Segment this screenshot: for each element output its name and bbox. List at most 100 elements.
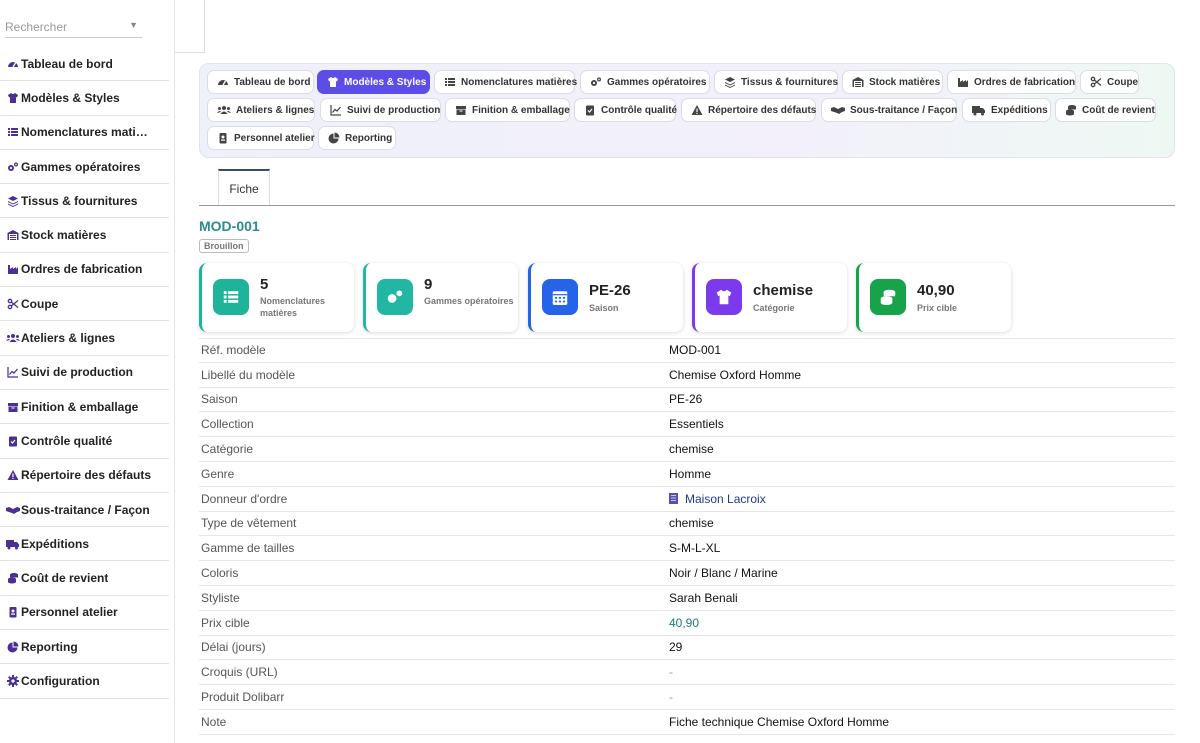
module-tab-sous-traitance-facon[interactable]: Sous-traitance / Façon bbox=[821, 98, 957, 122]
field-row: Libellé du modèle Chemise Oxford Homme bbox=[199, 363, 1175, 388]
sidebar-item-label: Finition & emballage bbox=[21, 399, 139, 414]
sidebar-item-label: Ordres de fabrication bbox=[21, 262, 143, 277]
card-value: 9 bbox=[424, 276, 433, 293]
module-tab-coupe[interactable]: Coupe bbox=[1080, 70, 1139, 94]
field-row: Prix cible 40,90 bbox=[199, 611, 1175, 636]
box-icon bbox=[5, 401, 20, 413]
module-tab-stock-matieres[interactable]: Stock matières bbox=[842, 70, 943, 94]
sidebar-item-repertoire-des-defauts[interactable]: Répertoire des défauts bbox=[0, 459, 169, 493]
field-row: Genre Homme bbox=[199, 462, 1175, 487]
module-tab-ateliers-lignes[interactable]: Ateliers & lignes bbox=[207, 98, 315, 122]
field-value-text: PE-26 bbox=[669, 392, 703, 407]
sidebar-item-ordres-de-fabrication[interactable]: Ordres de fabrication bbox=[0, 253, 169, 288]
module-tab-reporting[interactable]: Reporting bbox=[318, 126, 396, 150]
module-tab-suivi-de-production[interactable]: Suivi de production bbox=[320, 98, 441, 122]
sidebar-item-expeditions[interactable]: Expéditions bbox=[0, 527, 169, 562]
field-row: Note Fiche technique Chemise Oxford Homme bbox=[199, 710, 1175, 735]
module-tab-tissus-fournitures[interactable]: Tissus & fournitures bbox=[714, 70, 838, 94]
field-label: Croquis (URL) bbox=[201, 665, 278, 680]
clipboard-check-icon bbox=[584, 104, 596, 116]
module-tab-modeles-styles[interactable]: Modèles & Styles bbox=[317, 70, 430, 94]
layers-icon bbox=[5, 195, 20, 207]
field-label: Donneur d'ordre bbox=[201, 491, 288, 506]
field-label: Délai (jours) bbox=[201, 640, 266, 655]
field-value[interactable]: Maison Lacroix bbox=[669, 492, 766, 506]
sidebar-item-controle-qualite[interactable]: Contrôle qualité bbox=[0, 424, 169, 459]
summary-card[interactable]: PE-26 Saison bbox=[528, 263, 683, 332]
field-value: chemise bbox=[669, 442, 714, 456]
industry-icon bbox=[5, 263, 20, 275]
sidebar-item-label: Coupe bbox=[21, 296, 59, 311]
module-tab-nomenclatures-matieres[interactable]: Nomenclatures matières bbox=[434, 70, 577, 94]
field-value-text: Sarah Benali bbox=[669, 590, 738, 605]
field-value-text: chemise bbox=[669, 442, 714, 457]
sidebar-item-modeles-styles[interactable]: Modèles & Styles bbox=[0, 81, 169, 116]
field-row: Donneur d'ordre Maison Lacroix bbox=[199, 487, 1175, 512]
field-value: MOD-001 bbox=[669, 343, 721, 357]
module-tab-expeditions[interactable]: Expéditions bbox=[962, 98, 1051, 122]
sidebar-item-label: Nomenclatures mati… bbox=[21, 125, 148, 140]
field-value-text: Homme bbox=[669, 466, 712, 481]
module-tab-tableau-de-bord[interactable]: Tableau de bord bbox=[207, 70, 314, 94]
sidebar-item-tissus-fournitures[interactable]: Tissus & fournitures bbox=[0, 184, 169, 219]
pie-chart-icon bbox=[328, 132, 340, 144]
sidebar-item-ateliers-lignes[interactable]: Ateliers & lignes bbox=[0, 321, 169, 356]
summary-card[interactable]: 5 Nomenclatures matières bbox=[199, 263, 354, 332]
summary-card[interactable]: 9 Gammes opératoires bbox=[363, 263, 518, 332]
industry-icon bbox=[957, 76, 969, 88]
module-tabs-panel: Tableau de bord Modèles & Styles Nomenclat… bbox=[199, 63, 1175, 158]
truck-icon bbox=[5, 538, 20, 550]
module-tab-finition-emballage[interactable]: Finition & emballage bbox=[445, 98, 570, 122]
sidebar-item-personnel-atelier[interactable]: Personnel atelier bbox=[0, 596, 169, 631]
calendar-icon bbox=[542, 279, 578, 315]
module-tab-label: Personnel atelier bbox=[234, 132, 315, 144]
sidebar-item-suivi-de-production[interactable]: Suivi de production bbox=[0, 356, 169, 390]
sidebar-item-configuration[interactable]: Configuration bbox=[0, 664, 169, 699]
module-tab-gammes-operatoires[interactable]: Gammes opératoires bbox=[580, 70, 710, 94]
field-label: Libellé du modèle bbox=[201, 367, 296, 382]
sidebar-item-nomenclatures-mati[interactable]: Nomenclatures mati… bbox=[0, 116, 169, 150]
field-value-text: S-M-L-XL bbox=[669, 541, 721, 556]
field-row: Réf. modèle MOD-001 bbox=[199, 338, 1175, 363]
search-select[interactable]: Rechercher ▼ bbox=[5, 16, 142, 38]
module-tab-label: Contrôle qualité bbox=[601, 104, 678, 116]
module-tab-personnel-atelier[interactable]: Personnel atelier bbox=[207, 126, 315, 150]
field-label: Prix cible bbox=[201, 615, 250, 630]
sidebar-item-cout-de-revient[interactable]: Coût de revient bbox=[0, 561, 169, 596]
module-tab-label: Coût de revient bbox=[1082, 104, 1155, 116]
scissors-icon bbox=[1090, 76, 1102, 88]
module-tab-cout-de-revient[interactable]: Coût de revient bbox=[1055, 98, 1156, 122]
sidebar-item-reporting[interactable]: Reporting bbox=[0, 630, 169, 665]
field-value-text: Noir / Blanc / Marine bbox=[669, 566, 778, 581]
summary-card[interactable]: 40,90 Prix cible bbox=[856, 263, 1011, 332]
module-tab-ordres-de-fabrication[interactable]: Ordres de fabrication bbox=[947, 70, 1076, 94]
field-value-text: chemise bbox=[669, 516, 714, 531]
field-value: Homme bbox=[669, 467, 711, 481]
summary-card[interactable]: chemise Catégorie bbox=[692, 263, 847, 332]
scissors-icon bbox=[5, 298, 20, 310]
chevron-down-icon[interactable]: ▼ bbox=[129, 20, 138, 30]
field-label: Réf. modèle bbox=[201, 343, 266, 358]
field-value: Fiche technique Chemise Oxford Homme bbox=[669, 715, 889, 729]
sidebar-item-coupe[interactable]: Coupe bbox=[0, 287, 169, 322]
sidebar-item-gammes-operatoires[interactable]: Gammes opératoires bbox=[0, 150, 169, 185]
coins-icon bbox=[870, 279, 906, 315]
sidebar-item-label: Contrôle qualité bbox=[21, 433, 113, 448]
field-label: Genre bbox=[201, 466, 235, 481]
field-row: Gamme de tailles S-M-L-XL bbox=[199, 536, 1175, 562]
tab-fiche[interactable]: Fiche bbox=[218, 169, 270, 206]
sidebar-item-stock-matieres[interactable]: Stock matières bbox=[0, 218, 169, 253]
sidebar-item-label: Ateliers & lignes bbox=[21, 331, 116, 346]
sidebar-item-finition-emballage[interactable]: Finition & emballage bbox=[0, 390, 169, 425]
sidebar-item-sous-traitance-facon[interactable]: Sous-traitance / Façon bbox=[0, 493, 169, 528]
field-value-text: Fiche technique Chemise Oxford Homme bbox=[669, 714, 890, 729]
module-tab-repertoire-des-defauts[interactable]: Répertoire des défauts bbox=[681, 98, 816, 122]
module-tab-label: Tableau de bord bbox=[234, 76, 311, 88]
field-value-text[interactable]: Maison Lacroix bbox=[685, 492, 766, 506]
card-value: chemise bbox=[753, 282, 814, 299]
card-label: Nomenclatures matières bbox=[260, 296, 326, 318]
list-icon bbox=[5, 126, 20, 138]
sidebar-item-tableau-de-bord[interactable]: Tableau de bord bbox=[0, 47, 169, 82]
module-tab-controle-qualite[interactable]: Contrôle qualité bbox=[574, 98, 678, 122]
users-icon bbox=[217, 104, 231, 116]
